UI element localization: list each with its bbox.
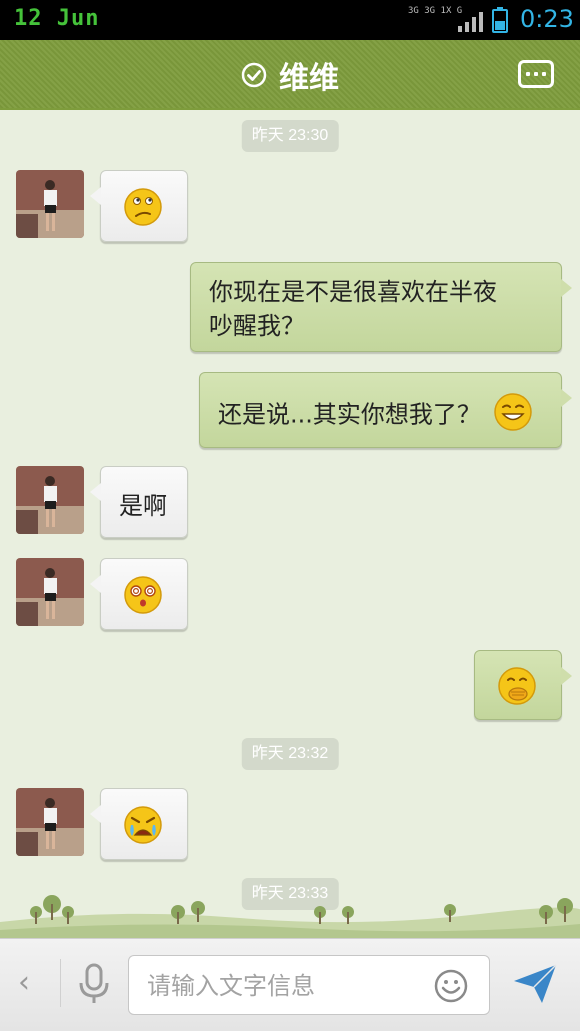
network-1x: 1X xyxy=(440,6,452,16)
more-button[interactable] xyxy=(518,60,554,88)
avatar[interactable] xyxy=(16,558,84,626)
message-bubble-outgoing[interactable] xyxy=(474,650,572,720)
network-3g-1: 3G xyxy=(408,6,419,16)
message-text: 还是说...其实你想我了？ xyxy=(218,400,481,429)
divider xyxy=(60,959,61,1007)
message-input-field[interactable] xyxy=(128,955,490,1015)
message-text: 吵醒我？ xyxy=(209,312,305,340)
status-time: 0:23 xyxy=(520,5,574,33)
network-indicators: 3G 3G 1X G xyxy=(408,7,462,16)
message-bubble-outgoing[interactable]: 你现在是不是很喜欢在半夜 吵醒我？ xyxy=(190,262,572,352)
network-3g-2: 3G xyxy=(424,6,436,16)
chevron-left-icon[interactable]: ‹ xyxy=(18,963,42,1003)
microphone-icon[interactable] xyxy=(76,963,112,1005)
avatar[interactable] xyxy=(16,170,84,238)
smiley-icon[interactable] xyxy=(433,968,469,1004)
status-date: 12 Jun xyxy=(14,6,100,31)
message-bubble-outgoing[interactable]: 还是说...其实你想我了？ xyxy=(199,372,572,448)
input-bar: ‹ xyxy=(0,938,580,1031)
avatar[interactable] xyxy=(16,788,84,856)
page-title: 维维 xyxy=(279,61,339,96)
message-bubble-incoming[interactable] xyxy=(90,788,188,860)
status-bar: 12 Jun 3G 3G 1X G 0:23 xyxy=(0,0,580,40)
confused-face-icon xyxy=(124,188,162,226)
check-circle-icon xyxy=(241,62,267,88)
message-bubble-incoming[interactable]: 是啊 xyxy=(90,466,188,538)
timestamp: 昨天 23:30 xyxy=(241,120,339,152)
avatar[interactable] xyxy=(16,466,84,534)
timestamp: 昨天 23:32 xyxy=(241,738,339,770)
crying-face-icon xyxy=(124,806,162,844)
dizzy-face-icon xyxy=(124,576,162,614)
message-input[interactable] xyxy=(147,968,417,1004)
chat-header: 维维 xyxy=(0,40,580,116)
message-text: 你现在是不是很喜欢在半夜 xyxy=(209,278,497,306)
grinning-face-icon xyxy=(493,393,532,431)
send-icon[interactable] xyxy=(512,961,558,1007)
hand-over-mouth-face-icon xyxy=(498,667,536,705)
message-bubble-incoming[interactable] xyxy=(90,170,188,242)
signal-icon xyxy=(458,12,483,32)
more-icon xyxy=(526,72,530,76)
chat-area[interactable]: 昨天 23:30 你现在是不是很喜欢在半夜 吵醒我？ 还是说...其实你想我了？… xyxy=(0,110,580,938)
landscape-decoration xyxy=(0,895,580,938)
battery-icon xyxy=(492,7,508,33)
message-bubble-incoming[interactable] xyxy=(90,558,188,630)
message-text: 是啊 xyxy=(119,492,167,520)
